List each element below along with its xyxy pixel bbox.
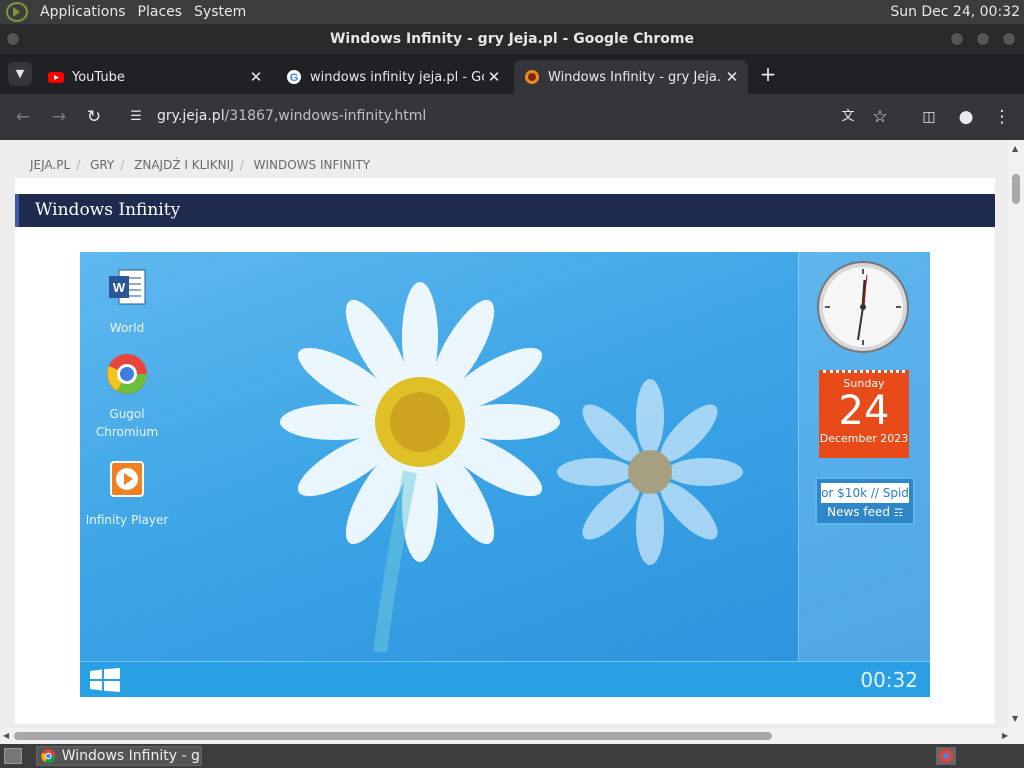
tab-youtube[interactable]: YouTube ✕ xyxy=(38,60,272,94)
media-player-icon xyxy=(110,461,144,497)
news-ticker: or $10k // Spid xyxy=(821,483,909,503)
browser-toolbar: ← → ↻ ☰ gry.jeja.pl/31867,windows-infini… xyxy=(0,94,1024,140)
minimize-icon[interactable] xyxy=(950,32,964,46)
page-title: Windows Infinity xyxy=(15,194,995,227)
address-bar[interactable]: gry.jeja.pl/31867,windows-infinity.html xyxy=(157,108,426,124)
distro-logo-icon[interactable] xyxy=(6,2,28,22)
breadcrumb-item[interactable]: JEJA.PL xyxy=(30,158,70,172)
close-window-icon[interactable] xyxy=(1002,32,1016,46)
breadcrumb-item[interactable]: ZNAJDŹ I KLIKNIJ xyxy=(134,158,234,172)
word-doc-icon: W xyxy=(109,269,146,305)
chrome-icon xyxy=(41,749,56,763)
scroll-left-icon[interactable]: ◀ xyxy=(3,731,9,740)
vertical-scrollbar[interactable]: ▲ ▼ xyxy=(1008,140,1024,728)
youtube-icon xyxy=(48,72,64,83)
tab-strip: ▼ YouTube ✕ G windows infinity jeja.pl -… xyxy=(0,54,1024,94)
menu-system[interactable]: System xyxy=(190,4,250,20)
windows-start-icon[interactable] xyxy=(90,668,120,692)
bottom-panel: Windows Infinity - g... xyxy=(0,744,1024,768)
calendar-month: December 2023 xyxy=(819,432,909,445)
breadcrumb-item[interactable]: WINDOWS INFINITY xyxy=(254,158,371,172)
close-icon[interactable]: ✕ xyxy=(484,68,504,86)
profile-icon[interactable]: ● xyxy=(955,106,977,128)
window-title: Windows Infinity - gry Jeja.pl - Google … xyxy=(329,31,695,47)
show-desktop-icon[interactable] xyxy=(4,748,22,764)
side-panel-icon[interactable]: ◫ xyxy=(918,106,940,128)
maximize-icon[interactable] xyxy=(976,32,990,46)
analog-clock-icon[interactable] xyxy=(816,260,910,354)
calendar-day: 24 xyxy=(838,388,890,434)
breadcrumb-item[interactable]: GRY xyxy=(90,158,114,172)
tab-label: YouTube xyxy=(72,69,125,85)
svg-text:G: G xyxy=(290,72,299,84)
icon-label: World xyxy=(109,321,145,335)
url-host: gry.jeja.pl xyxy=(157,108,225,124)
scroll-thumb[interactable] xyxy=(14,732,772,740)
breadcrumb: JEJA.PL / GRY / ZNAJDŹ I KLIKNIJ / WINDOWS … xyxy=(30,158,371,172)
desktop-icon-gugol-chromium[interactable]: Gugol Chromium xyxy=(80,352,174,441)
menu-kebab-icon[interactable]: ⋮ xyxy=(991,106,1013,128)
page-viewport[interactable]: JEJA.PL / GRY / ZNAJDŹ I KLIKNIJ / WINDOWS … xyxy=(0,140,1008,728)
game-taskbar: 00:32 xyxy=(80,661,930,697)
reload-icon[interactable]: ↻ xyxy=(83,106,105,128)
menu-places[interactable]: Places xyxy=(134,4,187,20)
news-feed-gadget[interactable]: or $10k // Spid News feed ☶ xyxy=(815,477,915,525)
tab-search-button[interactable]: ▼ xyxy=(8,62,32,86)
menu-applications[interactable]: Applications xyxy=(36,4,130,20)
icon-label: Gugol Chromium xyxy=(95,407,159,439)
scroll-up-icon[interactable]: ▲ xyxy=(1012,144,1018,153)
site-settings-icon[interactable]: ☰ xyxy=(125,106,147,128)
window-menu-icon[interactable] xyxy=(6,32,20,46)
panel-clock[interactable]: Sun Dec 24, 00:32 xyxy=(890,4,1020,20)
forward-icon[interactable]: → xyxy=(48,106,70,128)
svg-text:W: W xyxy=(113,280,126,295)
desktop-icon-world[interactable]: W World xyxy=(80,266,174,337)
scroll-down-icon[interactable]: ▼ xyxy=(1012,714,1018,723)
new-tab-button[interactable]: + xyxy=(758,64,778,84)
url-path: /31867,windows-infinity.html xyxy=(224,108,427,124)
taskbar-window-chrome[interactable]: Windows Infinity - g... xyxy=(36,746,202,766)
calendar-gadget[interactable]: Sunday 24 December 2023 xyxy=(819,370,909,458)
back-icon[interactable]: ← xyxy=(12,106,34,128)
news-feed-label: News feed xyxy=(827,505,891,519)
tab-google-search[interactable]: G windows infinity jeja.pl - Goo ✕ xyxy=(276,60,510,94)
chromium-icon xyxy=(107,354,147,394)
window-titlebar[interactable]: Windows Infinity - gry Jeja.pl - Google … xyxy=(0,24,1024,54)
tab-label: windows infinity jeja.pl - Goo xyxy=(310,69,484,85)
bookmark-star-icon[interactable]: ☆ xyxy=(869,106,891,128)
game-clock: 00:32 xyxy=(860,668,918,692)
horizontal-scrollbar[interactable]: ◀ ▶ xyxy=(0,728,1024,744)
game-card: Windows Infinity W World Gugol Chromium … xyxy=(15,178,995,724)
taskbar-item-label: Windows Infinity - g... xyxy=(61,748,201,764)
chrome-tray-icon[interactable] xyxy=(936,747,956,765)
top-panel: Applications Places System Sun Dec 24, 0… xyxy=(0,0,1024,24)
desktop-icon-infinity-player[interactable]: Infinity Player xyxy=(80,458,174,529)
jeja-icon xyxy=(525,70,539,84)
tab-label: Windows Infinity - gry Jeja.pl xyxy=(548,69,722,85)
scroll-right-icon[interactable]: ▶ xyxy=(1002,731,1008,740)
close-icon[interactable]: ✕ xyxy=(246,68,266,86)
tab-windows-infinity[interactable]: Windows Infinity - gry Jeja.pl ✕ xyxy=(514,60,748,94)
rss-icon: ☶ xyxy=(893,508,903,519)
icon-label: Infinity Player xyxy=(85,513,169,527)
gadgets-sidebar: Sunday 24 December 2023 or $10k // Spid … xyxy=(798,252,930,661)
close-icon[interactable]: ✕ xyxy=(722,68,742,86)
google-icon: G xyxy=(287,70,301,84)
game-canvas[interactable]: W World Gugol Chromium Infinity Player S… xyxy=(80,252,930,697)
translate-icon[interactable]: 文 xyxy=(837,106,859,128)
scroll-thumb[interactable] xyxy=(1012,174,1020,204)
daisy-wallpaper xyxy=(280,282,743,652)
